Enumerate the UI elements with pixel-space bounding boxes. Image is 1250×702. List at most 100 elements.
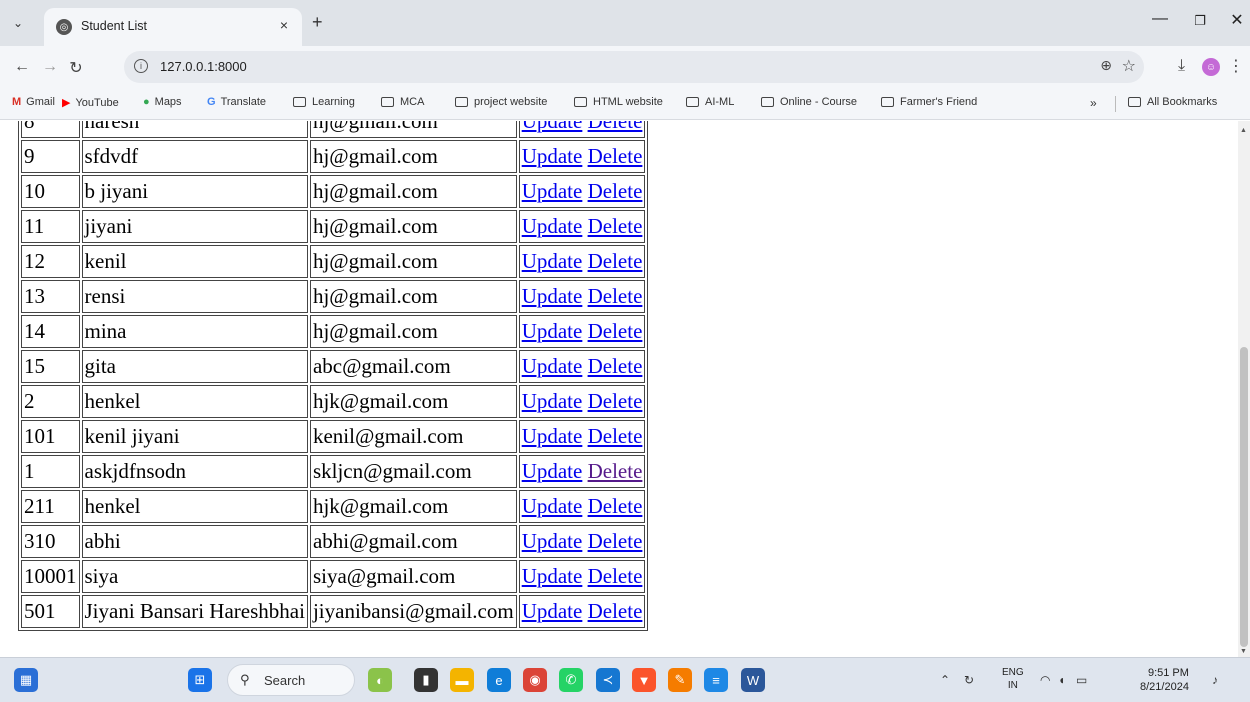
vscode-icon[interactable]: ≺	[596, 668, 620, 692]
notepad-icon[interactable]: ≡	[704, 668, 728, 692]
tray-overflow-chevron-icon[interactable]: ⌃	[940, 673, 950, 687]
student-name-cell: kenil jiyani	[81, 420, 308, 453]
update-link[interactable]: Update	[522, 599, 583, 623]
update-link[interactable]: Update	[522, 214, 583, 238]
volume-icon[interactable]: ◖	[1058, 673, 1065, 687]
clock[interactable]: 9:51 PM 8/21/2024	[1140, 666, 1189, 694]
app-icon[interactable]: ✎	[668, 668, 692, 692]
student-id-cell: 12	[21, 245, 80, 278]
notification-bell-icon[interactable]: ♪	[1212, 673, 1218, 687]
bookmark-gmail[interactable]: M Gmail	[12, 96, 55, 108]
bookmark-maps[interactable]: ● Maps	[143, 96, 182, 108]
download-icon[interactable]: ⤓	[1178, 57, 1185, 75]
bookmark-project-website[interactable]: project website	[455, 96, 547, 108]
update-link[interactable]: Update	[522, 389, 583, 413]
update-link[interactable]: Update	[522, 459, 583, 483]
delete-link[interactable]: Delete	[588, 249, 643, 273]
delete-link[interactable]: Delete	[588, 179, 643, 203]
scroll-down-arrow-icon[interactable]: ▼	[1240, 648, 1247, 655]
delete-link[interactable]: Delete	[588, 459, 643, 483]
wifi-icon[interactable]: ◠	[1040, 673, 1050, 687]
bookmark-html-website[interactable]: HTML website	[574, 96, 663, 108]
update-link[interactable]: Update	[522, 424, 583, 448]
weather-icon[interactable]: ◐	[368, 668, 392, 692]
delete-link[interactable]: Delete	[588, 354, 643, 378]
url-text[interactable]: 127.0.0.1:8000	[160, 59, 247, 74]
delete-link[interactable]: Delete	[588, 424, 643, 448]
delete-link[interactable]: Delete	[588, 284, 643, 308]
window-close-icon[interactable]: ✕	[1222, 10, 1250, 30]
gmail-icon: M	[12, 96, 22, 108]
bookmark-ai-ml[interactable]: AI-ML	[686, 96, 734, 108]
kebab-menu-icon[interactable]: ⋮	[1228, 56, 1244, 76]
table-row: 15 gita abc@gmail.com Update Delete	[21, 350, 646, 383]
delete-link[interactable]: Delete	[588, 599, 643, 623]
bookmark-label: Gmail	[26, 96, 55, 108]
file-explorer-icon[interactable]: ▬	[450, 668, 474, 692]
bookmark-youtube[interactable]: ▶ YouTube	[62, 96, 119, 110]
tab-search-chevron-icon[interactable]: ⌄	[8, 13, 28, 33]
delete-link[interactable]: Delete	[588, 214, 643, 238]
delete-link[interactable]: Delete	[588, 564, 643, 588]
bookmark-mca[interactable]: MCA	[381, 96, 424, 108]
windows-taskbar: ▦ ⊞ ⚲ Search ◐ ▮ ▬ e ◉ ✆ ≺ ▼ ✎ ≡ W ⌃ ↻ E…	[0, 657, 1250, 702]
reload-icon[interactable]: ↻	[66, 58, 86, 78]
bookmark-translate[interactable]: G Translate	[207, 96, 266, 108]
browser-toolbar: ← → ↻ i 127.0.0.1:8000 ⊕ ☆ ⤓ ☺ ⋮	[0, 46, 1250, 88]
delete-link[interactable]: Delete	[588, 319, 643, 343]
update-link[interactable]: Update	[522, 564, 583, 588]
scrollbar-thumb[interactable]	[1240, 347, 1248, 647]
whatsapp-icon[interactable]: ✆	[559, 668, 583, 692]
update-link[interactable]: Update	[522, 494, 583, 518]
new-tab-button[interactable]: +	[312, 12, 323, 33]
bookmark-star-icon[interactable]: ☆	[1122, 56, 1136, 76]
update-link[interactable]: Update	[522, 144, 583, 168]
delete-link[interactable]: Delete	[588, 121, 643, 133]
task-view-icon[interactable]: ▮	[414, 668, 438, 692]
bookmark-farmers-friend[interactable]: Farmer's Friend	[881, 96, 977, 108]
language-indicator[interactable]: ENG IN	[1002, 666, 1024, 692]
update-link[interactable]: Update	[522, 354, 583, 378]
close-tab-icon[interactable]: ×	[280, 17, 288, 33]
word-icon[interactable]: W	[741, 668, 765, 692]
student-email-cell: hjk@gmail.com	[309, 385, 517, 418]
bookmark-all-bookmarks[interactable]: All Bookmarks	[1128, 96, 1217, 108]
address-bar[interactable]: i 127.0.0.1:8000 ⊕ ☆	[124, 51, 1144, 83]
profile-avatar-icon[interactable]: ☺	[1202, 58, 1220, 76]
delete-link[interactable]: Delete	[588, 144, 643, 168]
minimize-icon[interactable]: —	[1145, 10, 1175, 28]
actions-cell: Update Delete	[518, 420, 646, 453]
translate-icon: G	[207, 96, 216, 108]
update-link[interactable]: Update	[522, 284, 583, 308]
start-icon[interactable]: ⊞	[188, 668, 212, 692]
site-info-icon[interactable]: i	[134, 59, 148, 73]
restore-icon[interactable]: ❐	[1185, 13, 1215, 29]
tab-student-list[interactable]: ◎ Student List ×	[44, 8, 302, 46]
brave-icon[interactable]: ▼	[632, 668, 656, 692]
update-link[interactable]: Update	[522, 319, 583, 343]
chrome-icon[interactable]: ◉	[523, 668, 547, 692]
update-link[interactable]: Update	[522, 249, 583, 273]
edge-icon[interactable]: e	[487, 668, 511, 692]
delete-link[interactable]: Delete	[588, 494, 643, 518]
delete-link[interactable]: Delete	[588, 389, 643, 413]
battery-icon[interactable]: ▭	[1076, 673, 1087, 687]
bookmark-learning[interactable]: Learning	[293, 96, 355, 108]
bookmarks-overflow-button[interactable]: »	[1090, 96, 1097, 110]
forward-arrow-icon[interactable]: →	[40, 58, 60, 76]
update-link[interactable]: Update	[522, 121, 583, 133]
student-id-cell: 10	[21, 175, 80, 208]
actions-cell: Update Delete	[518, 525, 646, 558]
update-link[interactable]: Update	[522, 529, 583, 553]
scroll-up-arrow-icon[interactable]: ▲	[1240, 127, 1247, 134]
delete-link[interactable]: Delete	[588, 529, 643, 553]
bookmark-online-course[interactable]: Online - Course	[761, 96, 857, 108]
back-arrow-icon[interactable]: ←	[12, 58, 32, 76]
zoom-icon[interactable]: ⊕	[1100, 57, 1112, 74]
update-link[interactable]: Update	[522, 179, 583, 203]
widgets-icon[interactable]: ▦	[14, 668, 38, 692]
table-row: 12 kenil hj@gmail.com Update Delete	[21, 245, 646, 278]
taskbar-search[interactable]: ⚲ Search	[227, 664, 355, 696]
sync-icon[interactable]: ↻	[964, 673, 974, 687]
page-scrollbar[interactable]: ▲ ▼	[1238, 121, 1250, 657]
